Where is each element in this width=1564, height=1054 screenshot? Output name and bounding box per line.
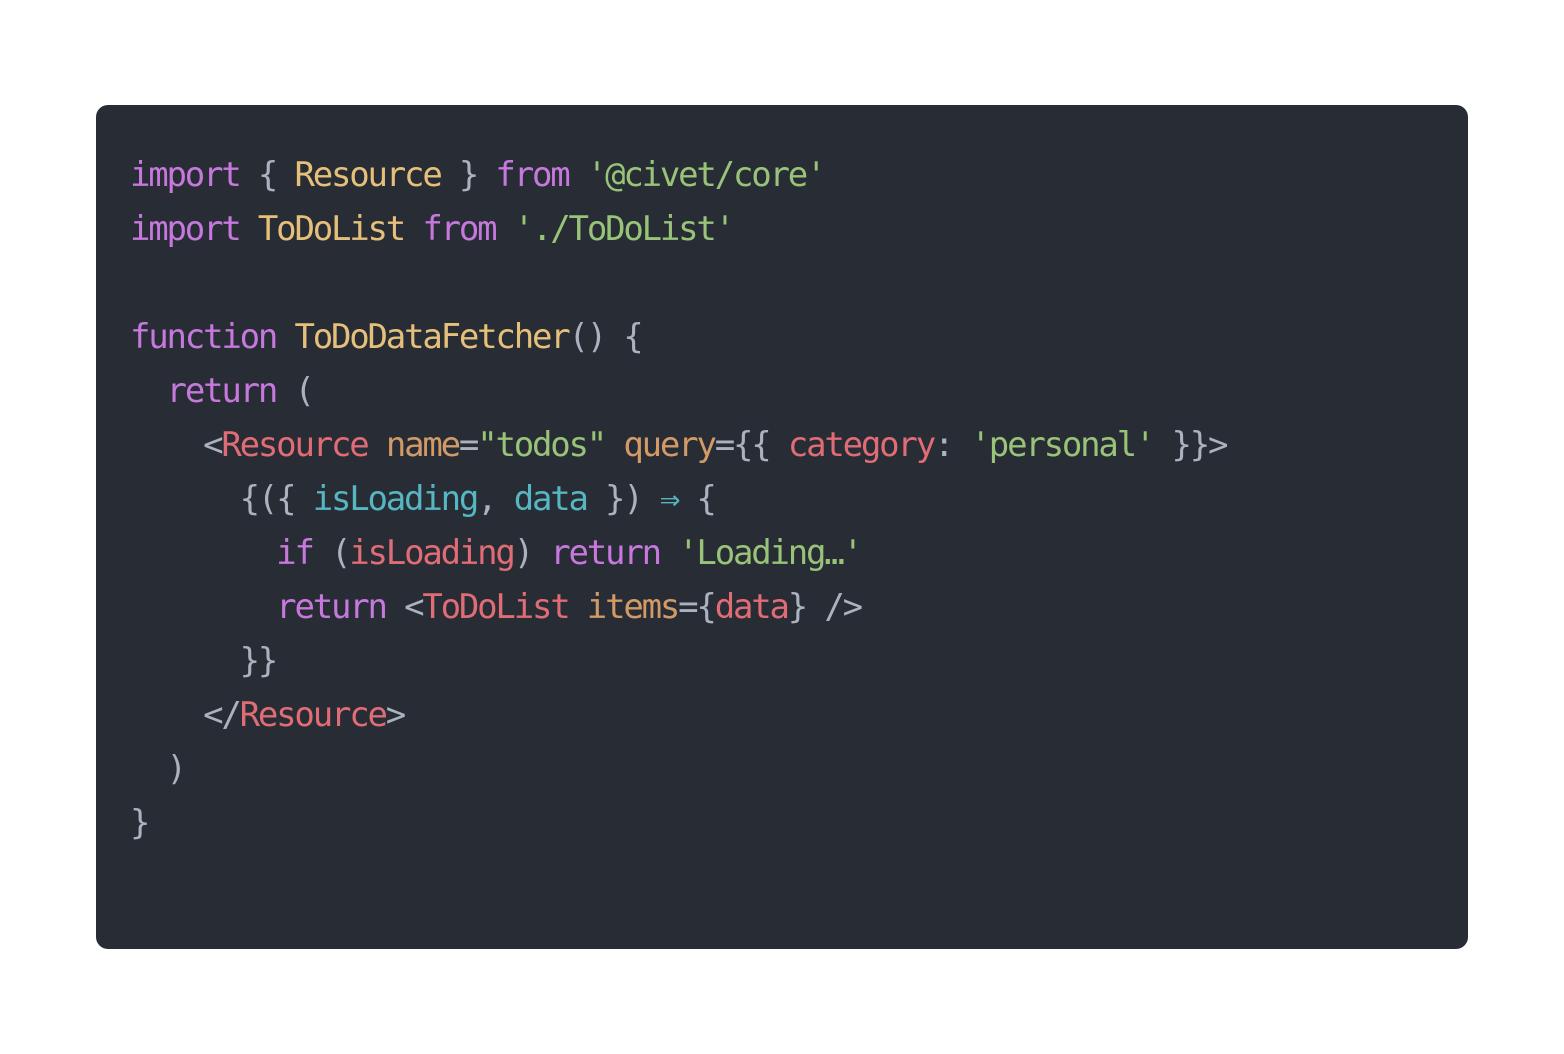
- token-plain: (: [312, 533, 351, 573]
- token-plain: ={: [678, 587, 717, 627]
- code-line: </Resource>: [130, 688, 1226, 742]
- token-plain: <: [130, 425, 223, 465]
- code-line: }: [130, 796, 1226, 850]
- code-line: }}: [130, 634, 1226, 688]
- token-tag: Resource: [239, 695, 388, 735]
- token-attr: query: [623, 425, 717, 465]
- token-prop: category: [787, 425, 936, 465]
- code-line: return (: [130, 364, 1226, 418]
- code-line: import { Resource } from '@civet/core': [130, 148, 1226, 202]
- token-keyword: function: [130, 317, 278, 357]
- token-keyword: return: [550, 533, 662, 573]
- token-param: isLoading: [312, 479, 480, 519]
- token-plain: {: [239, 155, 295, 195]
- token-plain: ,: [477, 479, 514, 519]
- token-plain: =: [458, 425, 480, 465]
- code-line: ): [130, 742, 1226, 796]
- token-class: ToDoList: [257, 209, 406, 249]
- token-attr: name: [385, 425, 461, 465]
- token-tag: Resource: [221, 425, 369, 465]
- token-var: isLoading: [349, 533, 516, 573]
- token-attr: items: [586, 587, 681, 627]
- token-plain: }}>: [1153, 425, 1229, 465]
- token-plain: (: [276, 371, 314, 411]
- token-plain: ): [130, 749, 187, 789]
- token-class: Resource: [294, 155, 442, 195]
- token-plain: () {: [568, 317, 644, 357]
- token-string: "todos": [477, 425, 607, 465]
- token-op: ⇒: [659, 479, 681, 519]
- token-plain: {: [678, 479, 716, 519]
- token-plain: <: [385, 587, 424, 627]
- code-line: if (isLoading) return 'Loading…': [130, 526, 1226, 580]
- token-plain: ={{: [714, 425, 788, 465]
- token-var: data: [714, 587, 790, 627]
- token-plain: }}: [130, 641, 279, 681]
- token-plain: ): [513, 533, 551, 573]
- token-string: 'personal': [970, 425, 1156, 465]
- token-keyword: import: [130, 155, 242, 195]
- token-keyword: if: [276, 533, 315, 573]
- token-plain: }): [586, 479, 660, 519]
- code-content: import { Resource } from '@civet/core' im…: [130, 148, 1229, 850]
- token-plain: >: [385, 695, 407, 735]
- token-class: ToDoDataFetcher: [294, 317, 570, 357]
- token-tag: ToDoList: [422, 587, 570, 627]
- token-plain: } />: [787, 587, 863, 627]
- token-string: 'Loading…': [678, 533, 863, 573]
- code-line: <Resource name="todos" query={{ category…: [130, 418, 1229, 472]
- token-plain: :: [933, 425, 971, 465]
- code-line: return <ToDoList items={data} />: [130, 580, 1226, 634]
- token-keyword: return: [166, 371, 279, 411]
- code-line: {({ isLoading, data }) ⇒ {: [130, 472, 1226, 526]
- code-line: import ToDoList from './ToDoList': [130, 202, 1226, 256]
- token-keyword: from: [422, 209, 497, 249]
- token-string: '@civet/core': [586, 155, 827, 195]
- token-plain: </: [130, 695, 242, 735]
- token-plain: }: [130, 803, 151, 843]
- token-plain: {({: [130, 479, 313, 519]
- token-keyword: return: [276, 587, 388, 627]
- token-keyword: import: [130, 209, 242, 249]
- code-line: function ToDoDataFetcher() {: [130, 310, 1226, 364]
- token-param: data: [513, 479, 589, 519]
- token-string: './ToDoList': [513, 209, 735, 249]
- token-keyword: from: [495, 155, 570, 195]
- token-plain: }: [440, 155, 496, 195]
